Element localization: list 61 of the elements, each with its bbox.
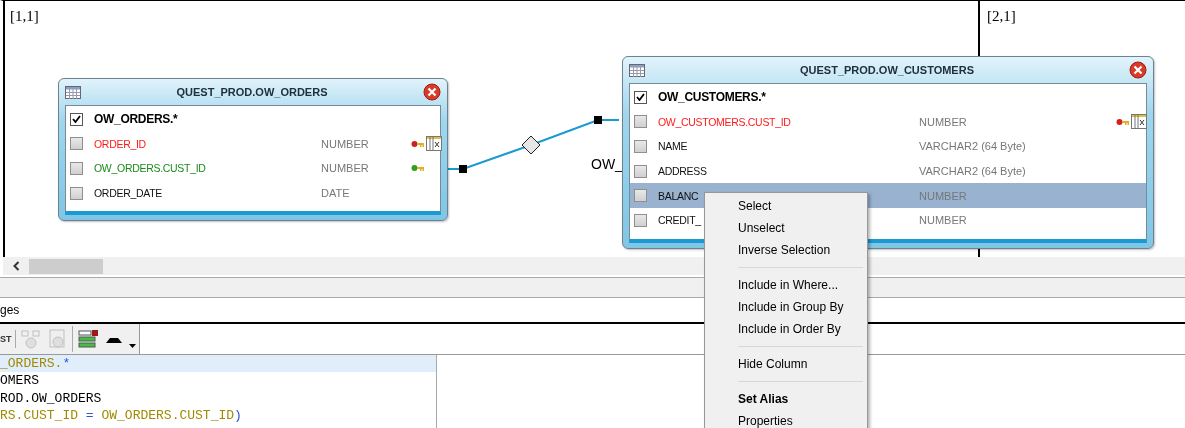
region-label: [1,1] bbox=[10, 8, 39, 25]
column-type: NUMBER bbox=[919, 214, 968, 227]
join-diamond[interactable] bbox=[521, 135, 541, 155]
tab[interactable]: ges bbox=[0, 303, 20, 322]
column-type: NUMBER bbox=[321, 137, 370, 150]
column-type: DATE bbox=[321, 187, 351, 200]
table-window[interactable]: QUEST_PROD.OW_ORDERS OW_ORDERS.* ORDER_ID NUMBER OW_ORDERS.CUST_ID NUMBER ORDER_DATE DATE bbox=[58, 78, 448, 222]
menu-item[interactable]: Include in Order By bbox=[707, 318, 865, 340]
region-label: [2,1] bbox=[987, 8, 1016, 25]
toolbar-button[interactable]: ST bbox=[0, 330, 16, 348]
menu-item[interactable]: Include in Where... bbox=[707, 274, 865, 296]
column-type: NUMBER bbox=[321, 162, 370, 175]
menu-item[interactable]: Properties bbox=[707, 410, 865, 428]
code-line: ROD.OW_ORDERS bbox=[0, 389, 103, 407]
table-title: QUEST_PROD.OW_CUSTOMERS bbox=[799, 64, 975, 76]
column-type: NUMBER bbox=[919, 189, 968, 202]
grid-icon bbox=[65, 85, 81, 99]
column-name: OW_ORDERS.CUST_ID bbox=[94, 162, 207, 175]
column-type: VARCHAR2 (64 Byte) bbox=[919, 165, 1027, 178]
close-icon[interactable] bbox=[423, 83, 441, 101]
column-name: BALANC bbox=[658, 189, 700, 202]
join-handle[interactable] bbox=[459, 165, 467, 173]
column-name: NAME bbox=[658, 140, 689, 153]
checkbox[interactable] bbox=[70, 137, 83, 151]
table-grid-icon bbox=[426, 136, 442, 152]
code-line: RS.CUST_ID = OW_ORDERS.CUST_ID) bbox=[0, 406, 243, 425]
caret-icon[interactable] bbox=[128, 344, 136, 348]
menu-item[interactable]: Hide Column bbox=[707, 353, 865, 375]
column-type: NUMBER bbox=[919, 115, 968, 128]
join-label: OW_ bbox=[591, 156, 623, 172]
checkbox[interactable] bbox=[634, 213, 647, 227]
checkbox[interactable] bbox=[70, 162, 83, 175]
checkbox[interactable] bbox=[634, 115, 647, 129]
scrollbar-thumb[interactable] bbox=[29, 258, 103, 274]
checkbox[interactable] bbox=[70, 112, 83, 126]
table-title: QUEST_PROD.OW_ORDERS bbox=[175, 86, 329, 98]
column-name: ORDER_ID bbox=[94, 137, 147, 150]
column-name: OW_CUSTOMERS.CUST_ID bbox=[658, 115, 792, 128]
key-icon bbox=[1116, 117, 1129, 126]
checkbox[interactable] bbox=[634, 140, 647, 153]
menu-item[interactable]: Set Alias bbox=[707, 388, 865, 410]
column-name: OW_ORDERS.* bbox=[94, 112, 179, 127]
checkbox[interactable] bbox=[634, 90, 647, 104]
menu-item[interactable]: Unselect bbox=[707, 217, 865, 239]
column-name: ORDER_DATE bbox=[94, 187, 163, 200]
column-name: ADDRESS bbox=[658, 165, 708, 178]
join-handle[interactable] bbox=[594, 116, 602, 124]
key-icon bbox=[411, 139, 424, 148]
code-line: OMERS bbox=[0, 372, 40, 390]
checkbox[interactable] bbox=[70, 186, 83, 200]
close-icon[interactable] bbox=[1129, 61, 1147, 79]
checkbox[interactable] bbox=[634, 164, 647, 178]
grid-icon bbox=[629, 63, 645, 77]
column-type: VARCHAR2 (64 Byte) bbox=[919, 140, 1027, 153]
key-icon bbox=[411, 164, 424, 173]
list-icon[interactable] bbox=[76, 329, 99, 349]
checkbox[interactable] bbox=[634, 189, 647, 203]
table-grid-icon bbox=[1131, 114, 1147, 130]
column-name: CREDIT_ bbox=[658, 214, 702, 227]
column-name: OW_CUSTOMERS.* bbox=[658, 90, 767, 105]
menu-item[interactable]: Include in Group By bbox=[707, 296, 865, 318]
